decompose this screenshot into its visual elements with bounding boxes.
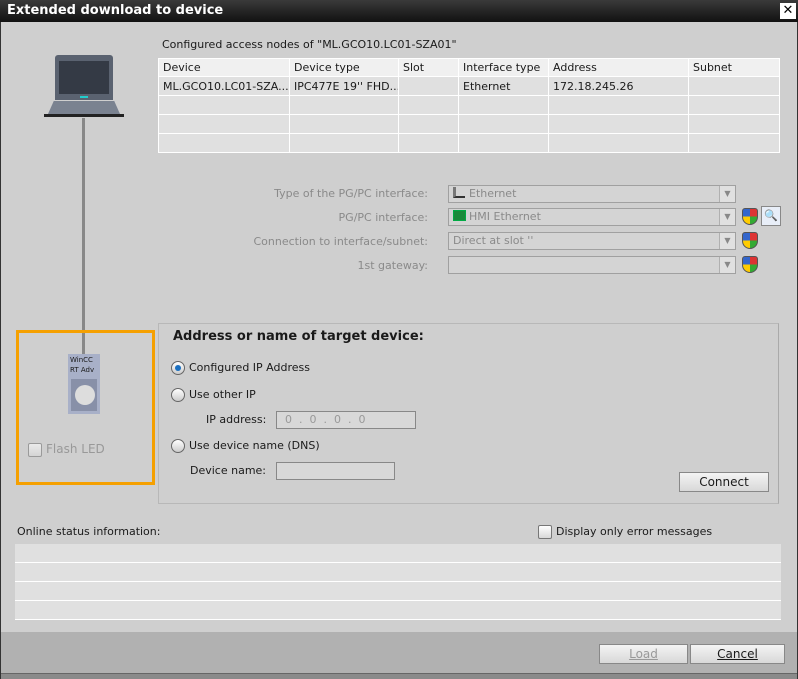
device-name-label: Device name:: [190, 464, 267, 477]
table-header: Device Device type Slot Interface type Addre…: [158, 58, 780, 77]
table-row[interactable]: ML.GCO10.LC01-SZA... IPC477E 19'' FHD... E…: [158, 76, 780, 96]
cell-subnet: [688, 76, 780, 96]
cell-device-type: IPC477E 19'' FHD...: [289, 76, 399, 96]
radio-configured-ip[interactable]: [171, 361, 185, 375]
cell-address: 172.18.245.26: [548, 76, 689, 96]
diagnostics-search-icon[interactable]: 🔍: [761, 206, 781, 226]
network-card-icon: [453, 210, 466, 221]
status-list: [15, 544, 781, 620]
pc-icon: [44, 55, 124, 119]
cell-device: ML.GCO10.LC01-SZA...: [158, 76, 290, 96]
errors-only-label[interactable]: Display only error messages: [556, 525, 712, 538]
chevron-down-icon[interactable]: ▼: [719, 186, 735, 202]
col-subnet[interactable]: Subnet: [688, 58, 780, 77]
pgpc-interface-value: HMI Ethernet: [469, 210, 541, 223]
col-address[interactable]: Address: [548, 58, 689, 77]
table-row-empty: [158, 133, 780, 153]
status-label: Online status information:: [17, 525, 161, 538]
device-name-input[interactable]: [276, 462, 395, 480]
pgpc-interface-select[interactable]: HMI Ethernet ▼: [448, 208, 736, 226]
col-device-type[interactable]: Device type: [289, 58, 399, 77]
ip-address-label: IP address:: [206, 413, 267, 426]
gateway-label: 1st gateway:: [357, 259, 429, 272]
connection-line: [82, 118, 85, 354]
flash-led-label: Flash LED: [46, 442, 105, 456]
title-bar: Extended download to device: [0, 0, 798, 22]
pgpc-interface-label: PG/PC interface:: [338, 211, 428, 224]
cancel-button[interactable]: Cancel: [690, 644, 785, 664]
radio-configured-ip-label[interactable]: Configured IP Address: [189, 361, 310, 374]
device-label-1: WinCC: [70, 356, 93, 364]
table-row-empty: [158, 114, 780, 134]
radio-other-ip-label[interactable]: Use other IP: [189, 388, 256, 401]
col-interface-type[interactable]: Interface type: [458, 58, 549, 77]
ip-address-input[interactable]: 0 . 0 . 0 . 0: [276, 411, 416, 429]
shield-icon[interactable]: [742, 256, 758, 273]
chevron-down-icon[interactable]: ▼: [719, 233, 735, 249]
load-button[interactable]: Load: [599, 644, 688, 664]
flash-led-checkbox[interactable]: [28, 443, 42, 457]
hmi-device-icon: WinCC RT Adv: [68, 354, 100, 414]
access-nodes-table: Device Device type Slot Interface type Addre…: [158, 58, 780, 153]
radio-device-name-label[interactable]: Use device name (DNS): [189, 439, 320, 452]
ethernet-port-icon: [453, 187, 465, 198]
connection-select[interactable]: Direct at slot '' ▼: [448, 232, 736, 250]
radio-other-ip[interactable]: [171, 388, 185, 402]
cell-interface-type: Ethernet: [458, 76, 549, 96]
connect-button[interactable]: Connect: [679, 472, 769, 492]
table-row-empty: [158, 95, 780, 115]
gateway-select[interactable]: ▼: [448, 256, 736, 274]
nodes-title: Configured access nodes of "ML.GCO10.LC0…: [162, 38, 457, 51]
col-slot[interactable]: Slot: [398, 58, 459, 77]
chevron-down-icon[interactable]: ▼: [719, 257, 735, 273]
col-device[interactable]: Device: [158, 58, 290, 77]
pgpc-type-value: Ethernet: [469, 187, 517, 200]
window-title: Extended download to device: [7, 3, 224, 18]
shield-icon[interactable]: [742, 208, 758, 225]
chevron-down-icon[interactable]: ▼: [719, 209, 735, 225]
target-group-title: Address or name of target device:: [173, 329, 424, 344]
close-button[interactable]: ✕: [780, 3, 796, 19]
pgpc-type-select[interactable]: Ethernet ▼: [448, 185, 736, 203]
errors-only-checkbox[interactable]: [538, 525, 552, 539]
device-label-2: RT Adv: [70, 366, 95, 374]
pgpc-type-label: Type of the PG/PC interface:: [274, 187, 428, 200]
shield-icon[interactable]: [742, 232, 758, 249]
radio-device-name[interactable]: [171, 439, 185, 453]
connection-value: Direct at slot '': [453, 234, 534, 247]
footer-border: [1, 673, 797, 679]
cell-slot: [398, 76, 459, 96]
connection-label: Connection to interface/subnet:: [253, 235, 429, 248]
